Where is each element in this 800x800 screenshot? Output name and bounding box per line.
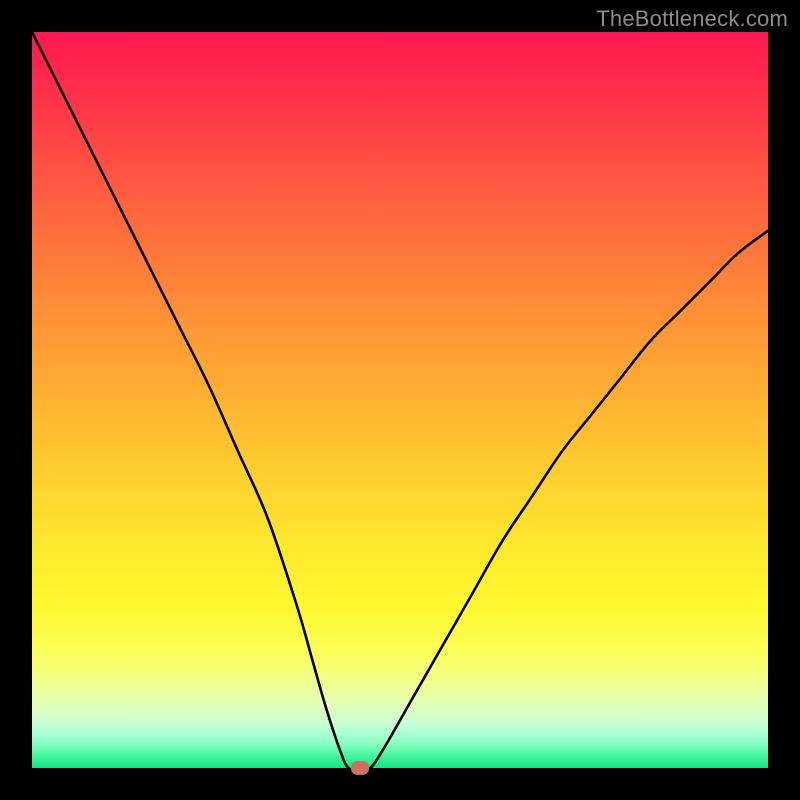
watermark-text: TheBottleneck.com — [596, 6, 788, 32]
chart-frame: TheBottleneck.com — [0, 0, 800, 800]
plot-area — [32, 32, 768, 768]
bottleneck-curve — [32, 32, 768, 768]
optimal-point-marker — [351, 761, 369, 775]
